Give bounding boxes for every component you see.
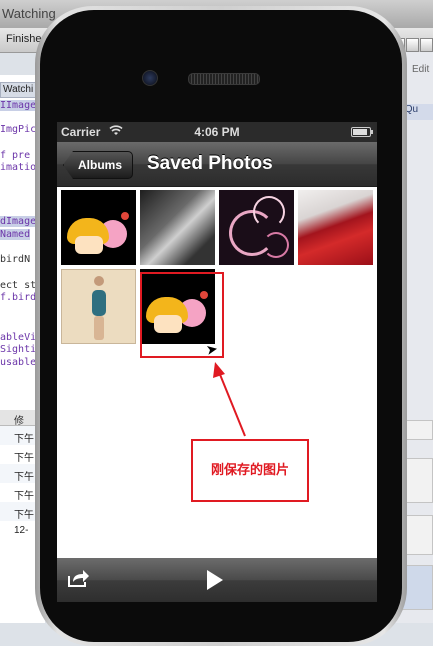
mushroom-face-shape [75,236,103,254]
camera-icon [142,70,158,86]
navigation-bar: Albums Saved Photos [57,142,377,187]
figure-body [92,290,106,316]
status-bar: Carrier 4:06 PM [57,122,377,142]
code-line: dImage [0,216,37,227]
annotation-arrow-icon [213,362,246,437]
code-line: ImgPic [0,124,37,135]
albums-back-button[interactable]: Albums [63,151,134,179]
code-line: usable [0,357,37,368]
window-title: Watching [2,6,56,21]
code-line: Sighti [0,344,37,355]
list-item[interactable]: 下午 [14,449,34,464]
share-icon[interactable] [67,568,91,588]
play-icon[interactable] [207,570,223,590]
bottom-toolbar [57,558,377,602]
list-item[interactable]: 下午 [14,506,34,521]
inspector-button[interactable] [406,38,419,52]
code-line: f pre [0,150,31,161]
list-item[interactable]: 下午 [14,487,34,502]
figure-head [94,276,104,286]
edit-label[interactable]: Edit [412,64,429,75]
speaker-grille [188,73,260,85]
photo-thumbnail[interactable] [219,190,294,265]
code-line: birdN [0,254,31,265]
code-line: ect st [0,280,37,291]
page-title: Saved Photos [147,153,273,174]
swirl-shape [263,232,289,258]
toolbar-label: Finishe [6,33,42,45]
figure-legs [94,316,104,340]
swirl-shape [253,196,285,228]
mouse-cursor-icon: ➤ [204,340,219,358]
photo-thumbnail[interactable] [61,269,136,344]
code-line: f.bird [0,292,37,303]
list-item[interactable]: 12- [14,525,28,536]
flower-shape [121,212,129,220]
clock: 4:06 PM [194,125,240,139]
list-item[interactable]: 下午 [14,430,34,445]
figure-shape [90,276,108,340]
code-line: ableVi [0,332,37,343]
list-item[interactable]: 下午 [14,468,34,483]
code-line: IImage [0,100,37,111]
photo-thumbnail[interactable] [140,190,215,265]
annotation-callout: 刚保存的图片 [191,439,309,502]
photo-thumbnail[interactable] [298,190,373,265]
code-line: Named [0,229,31,240]
battery-level [353,129,367,135]
battery-icon [351,127,373,137]
inspector-button[interactable] [420,38,433,52]
code-line: imatio [0,162,37,173]
photo-thumbnail[interactable] [61,190,136,265]
